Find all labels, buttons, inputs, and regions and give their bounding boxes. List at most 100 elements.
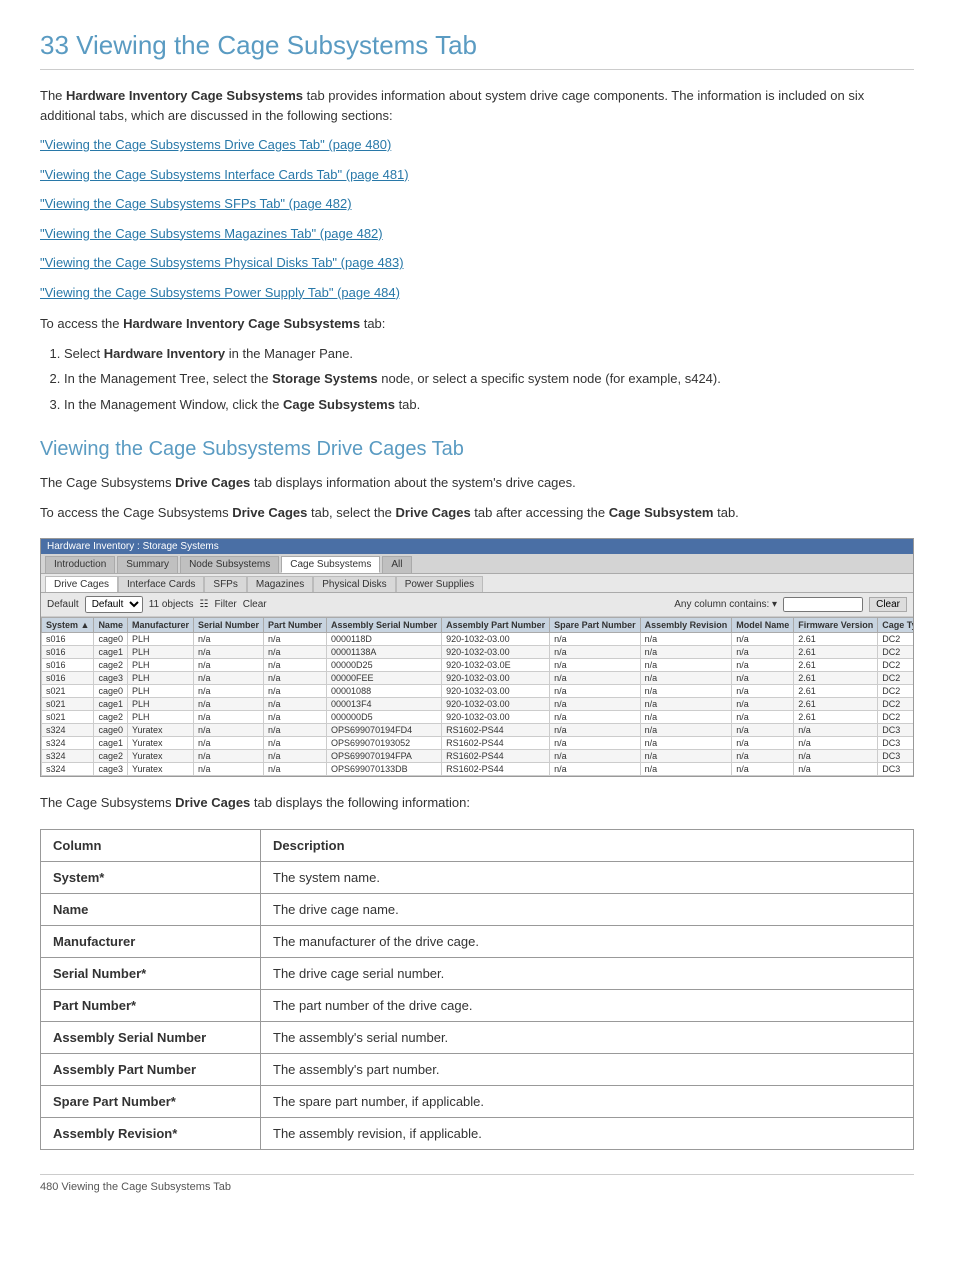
- table-row: s324cage1Yuratexn/an/aOPS699070193052RS1…: [42, 737, 914, 750]
- link-2[interactable]: "Viewing the Cage Subsystems Interface C…: [40, 167, 409, 182]
- tab-all[interactable]: All: [382, 556, 411, 573]
- step-3: In the Management Window, click the Cage…: [64, 395, 914, 415]
- col-asm-part[interactable]: Assembly Part Number: [442, 618, 550, 633]
- desc-table-row: Serial Number*The drive cage serial numb…: [41, 957, 914, 989]
- tab-summary[interactable]: Summary: [117, 556, 178, 573]
- table-row: s021cage2PLHn/an/a000000D5920-1032-03.00…: [42, 711, 914, 724]
- access-intro: To access the Hardware Inventory Cage Su…: [40, 314, 914, 334]
- col-spare[interactable]: Spare Part Number: [550, 618, 641, 633]
- page-title: 33 Viewing the Cage Subsystems Tab: [40, 30, 914, 70]
- column-filter-input[interactable]: [783, 597, 863, 612]
- desc-table-row: Part Number*The part number of the drive…: [41, 989, 914, 1021]
- steps-list: Select Hardware Inventory in the Manager…: [64, 344, 914, 415]
- desc-table-row: Assembly Part NumberThe assembly's part …: [41, 1053, 914, 1085]
- any-column-label: Any column contains: ▾: [674, 599, 777, 610]
- table-row: s324cage3Yuratexn/an/aOPS699070133DBRS16…: [42, 763, 914, 776]
- subtab-power-supplies[interactable]: Power Supplies: [396, 576, 483, 592]
- desc-col-header: Column: [41, 829, 261, 861]
- col-asm-rev[interactable]: Assembly Revision: [640, 618, 732, 633]
- desc-table-body: System*The system name.NameThe drive cag…: [41, 861, 914, 1149]
- link-5[interactable]: "Viewing the Cage Subsystems Physical Di…: [40, 255, 404, 270]
- desc-table-row: System*The system name.: [41, 861, 914, 893]
- link-4[interactable]: "Viewing the Cage Subsystems Magazines T…: [40, 226, 383, 241]
- col-serial[interactable]: Serial Number: [193, 618, 263, 633]
- tab-introduction[interactable]: Introduction: [45, 556, 115, 573]
- col-part[interactable]: Part Number: [264, 618, 327, 633]
- subtab-sfps[interactable]: SFPs: [204, 576, 246, 592]
- desc-table-header: Column Description: [41, 829, 914, 861]
- desc-table-row: Spare Part Number*The spare part number,…: [41, 1085, 914, 1117]
- desc-col-cell: Spare Part Number*: [41, 1085, 261, 1117]
- desc-desc-cell: The assembly's serial number.: [261, 1021, 914, 1053]
- col-manufacturer[interactable]: Manufacturer: [127, 618, 193, 633]
- step-2: In the Management Tree, select the Stora…: [64, 369, 914, 389]
- desc-col-cell: Name: [41, 893, 261, 925]
- screenshot-subtabs: Drive Cages Interface Cards SFPs Magazin…: [41, 574, 913, 593]
- table-row: s016cage1PLHn/an/a00001138A920-1032-03.0…: [42, 646, 914, 659]
- page-footer: 480 Viewing the Cage Subsystems Tab: [40, 1174, 914, 1193]
- access-tab-bold: Hardware Inventory Cage Subsystems: [123, 316, 360, 331]
- subtab-interface-cards[interactable]: Interface Cards: [118, 576, 204, 592]
- screenshot-main-tabs: Introduction Summary Node Subsystems Cag…: [41, 554, 913, 574]
- table-row: s021cage1PLHn/an/a000013F4920-1032-03.00…: [42, 698, 914, 711]
- table-header-row: System ▲ Name Manufacturer Serial Number…: [42, 618, 914, 633]
- col-model[interactable]: Model Name: [732, 618, 794, 633]
- section2-title: Viewing the Cage Subsystems Drive Cages …: [40, 438, 914, 461]
- table-row: s016cage3PLHn/an/a00000FEE920-1032-03.00…: [42, 672, 914, 685]
- tab-node-subsystems[interactable]: Node Subsystems: [180, 556, 279, 573]
- col-firmware[interactable]: Firmware Version: [794, 618, 878, 633]
- desc-col-cell: Assembly Serial Number: [41, 1021, 261, 1053]
- table-row: s021cage0PLHn/an/a00001088920-1032-03.00…: [42, 685, 914, 698]
- screenshot-box: Hardware Inventory : Storage Systems Int…: [40, 538, 914, 777]
- desc-col-cell: Manufacturer: [41, 925, 261, 957]
- subtab-drive-cages[interactable]: Drive Cages: [45, 576, 118, 592]
- screenshot-toolbar: Default Default 11 objects ☷ Filter Clea…: [41, 593, 913, 617]
- table-row: s016cage2PLHn/an/a00000D25920-1032-03.0E…: [42, 659, 914, 672]
- desc-col-cell: System*: [41, 861, 261, 893]
- col-asm-serial[interactable]: Assembly Serial Number: [327, 618, 442, 633]
- desc-col-cell: Assembly Part Number: [41, 1053, 261, 1085]
- screenshot-titlebar: Hardware Inventory : Storage Systems: [41, 539, 913, 554]
- desc-col-cell: Serial Number*: [41, 957, 261, 989]
- desc-desc-cell: The system name.: [261, 861, 914, 893]
- subtab-physical-disks[interactable]: Physical Disks: [313, 576, 395, 592]
- link-3[interactable]: "Viewing the Cage Subsystems SFPs Tab" (…: [40, 196, 352, 211]
- table-row: s324cage2Yuratexn/an/aOPS699070194FPARS1…: [42, 750, 914, 763]
- step-1: Select Hardware Inventory in the Manager…: [64, 344, 914, 364]
- table-row: s324cage0Yuratexn/an/aOPS699070194FD4RS1…: [42, 724, 914, 737]
- desc-desc-cell: The drive cage serial number.: [261, 957, 914, 989]
- desc-desc-cell: The spare part number, if applicable.: [261, 1085, 914, 1117]
- tab-cage-subsystems[interactable]: Cage Subsystems: [281, 556, 380, 573]
- desc-desc-cell: The manufacturer of the drive cage.: [261, 925, 914, 957]
- col-cage-type[interactable]: Cage Type: [878, 618, 913, 633]
- desc-desc-header: Description: [261, 829, 914, 861]
- subtab-magazines[interactable]: Magazines: [247, 576, 313, 592]
- col-system[interactable]: System ▲: [42, 618, 94, 633]
- section2-desc1: The Cage Subsystems Drive Cages tab disp…: [40, 473, 914, 493]
- tab-name-bold: Hardware Inventory Cage Subsystems: [66, 88, 303, 103]
- col-name[interactable]: Name: [94, 618, 128, 633]
- link-1[interactable]: "Viewing the Cage Subsystems Drive Cages…: [40, 137, 391, 152]
- intro-paragraph: The Hardware Inventory Cage Subsystems t…: [40, 86, 914, 125]
- link-6[interactable]: "Viewing the Cage Subsystems Power Suppl…: [40, 285, 400, 300]
- desc-table-row: Assembly Serial NumberThe assembly's ser…: [41, 1021, 914, 1053]
- drive-cages-table: System ▲ Name Manufacturer Serial Number…: [41, 617, 913, 776]
- desc-table-row: Assembly Revision*The assembly revision,…: [41, 1117, 914, 1149]
- desc-table-row: NameThe drive cage name.: [41, 893, 914, 925]
- desc-table-row: ManufacturerThe manufacturer of the driv…: [41, 925, 914, 957]
- desc-desc-cell: The assembly revision, if applicable.: [261, 1117, 914, 1149]
- toolbar-objects: 11 objects: [149, 599, 194, 610]
- toolbar-default-select[interactable]: Default: [85, 596, 143, 613]
- table-body: s016cage0PLHn/an/a0000118D920-1032-03.00…: [42, 633, 914, 776]
- toolbar-filter-label[interactable]: Filter: [215, 599, 237, 610]
- table-intro-para: The Cage Subsystems Drive Cages tab disp…: [40, 793, 914, 813]
- description-table: Column Description System*The system nam…: [40, 829, 914, 1150]
- toolbar-clear-label[interactable]: Clear: [243, 599, 267, 610]
- desc-desc-cell: The drive cage name.: [261, 893, 914, 925]
- clear-button[interactable]: Clear: [869, 597, 907, 612]
- section2-desc2: To access the Cage Subsystems Drive Cage…: [40, 503, 914, 523]
- links-list: "Viewing the Cage Subsystems Drive Cages…: [40, 135, 914, 302]
- table-row: s016cage0PLHn/an/a0000118D920-1032-03.00…: [42, 633, 914, 646]
- toolbar-default-label: Default: [47, 599, 79, 610]
- desc-col-cell: Part Number*: [41, 989, 261, 1021]
